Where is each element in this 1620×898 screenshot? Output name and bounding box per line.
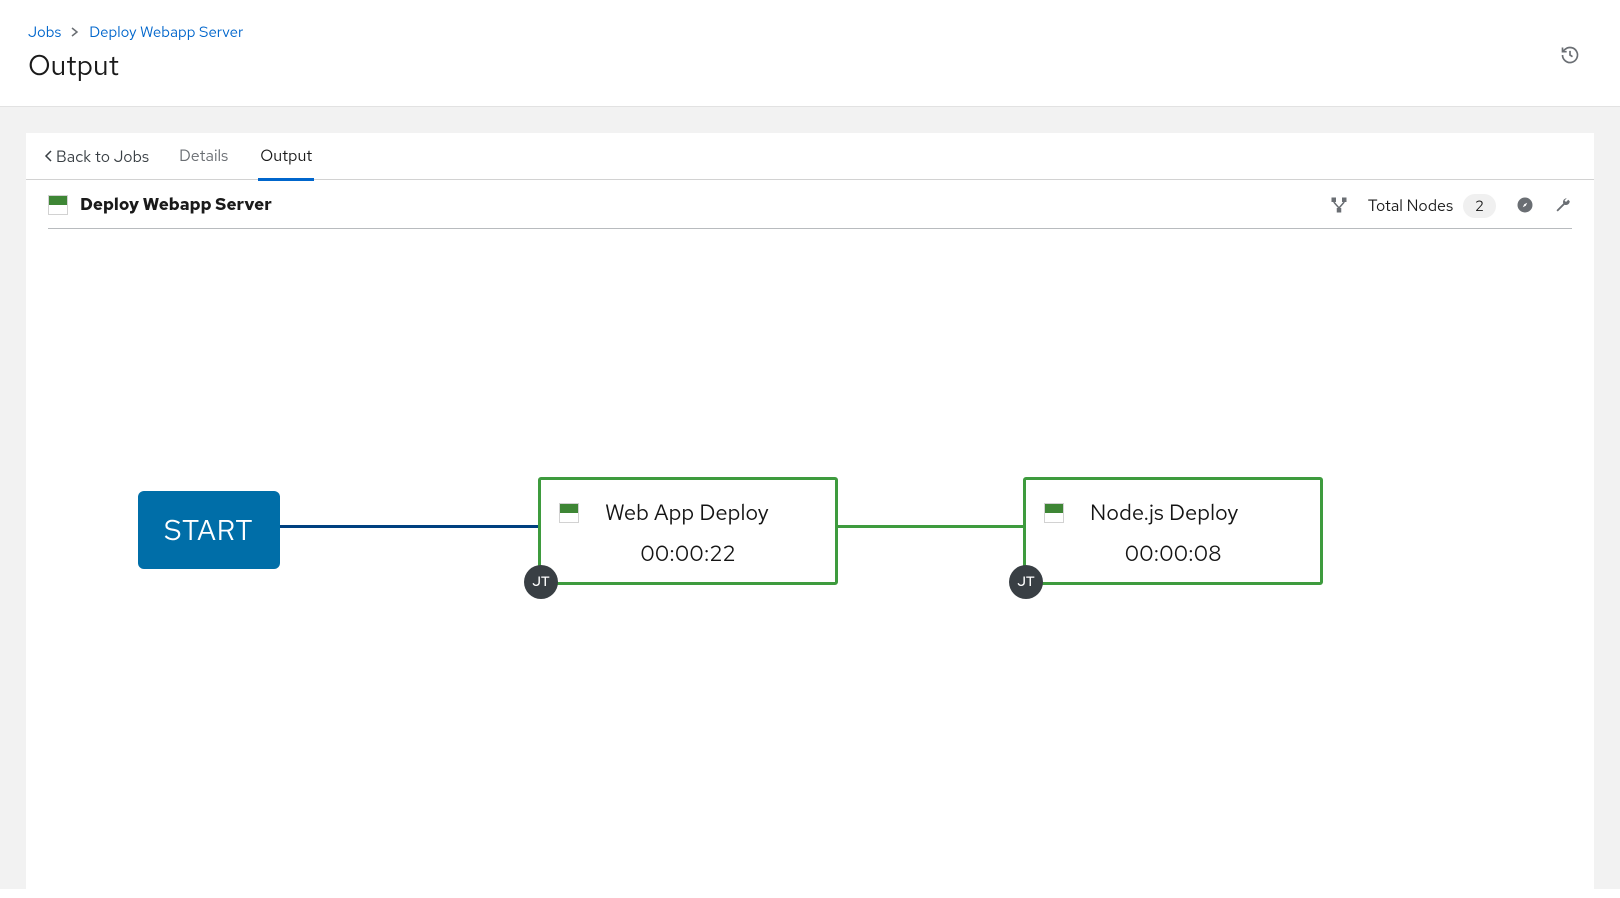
caret-left-icon <box>44 150 52 162</box>
back-to-jobs-link[interactable]: Back to Jobs <box>44 146 149 167</box>
output-panel: Back to Jobs Details Output Deploy Webap… <box>26 133 1594 889</box>
start-node[interactable]: START <box>138 491 280 569</box>
edge-start-to-node1 <box>263 525 543 528</box>
node-type-badge: JT <box>1009 565 1043 599</box>
panel-tools: Total Nodes 2 <box>1330 195 1572 216</box>
page-title: Output <box>28 46 1592 84</box>
status-running-icon <box>559 503 579 523</box>
tab-details[interactable]: Details <box>177 132 230 181</box>
workflow-canvas[interactable]: START Web App Deploy 00:00:22 JT Node.js… <box>48 229 1572 839</box>
chevron-right-icon <box>71 27 79 37</box>
compass-icon[interactable] <box>1516 196 1534 214</box>
history-icon[interactable] <box>1560 45 1580 65</box>
status-running-icon <box>1044 503 1064 523</box>
breadcrumb-current-link[interactable]: Deploy Webapp Server <box>89 22 243 42</box>
wrench-icon[interactable] <box>1554 196 1572 214</box>
workflow-node-name: Web App Deploy <box>605 498 769 527</box>
edge-node1-to-node2 <box>838 525 1028 528</box>
workflow-node-elapsed: 00:00:22 <box>559 539 817 568</box>
node-type-badge: JT <box>524 565 558 599</box>
breadcrumb: Jobs Deploy Webapp Server <box>28 22 1592 42</box>
page-header: Jobs Deploy Webapp Server Output <box>0 0 1620 106</box>
start-node-label: START <box>164 511 254 549</box>
total-nodes-count: 2 <box>1463 194 1496 218</box>
total-nodes-label: Total Nodes 2 <box>1368 195 1496 216</box>
back-to-jobs-label: Back to Jobs <box>56 146 149 167</box>
tab-output[interactable]: Output <box>258 132 314 181</box>
workflow-node-name: Node.js Deploy <box>1090 498 1238 527</box>
workflow-node[interactable]: Web App Deploy 00:00:22 JT <box>538 477 838 585</box>
status-running-icon <box>48 195 68 215</box>
panel-tabs: Back to Jobs Details Output <box>26 133 1594 180</box>
workflow-node[interactable]: Node.js Deploy 00:00:08 JT <box>1023 477 1323 585</box>
workflow-node-elapsed: 00:00:08 <box>1044 539 1302 568</box>
body-region: Back to Jobs Details Output Deploy Webap… <box>0 106 1620 889</box>
workflow-title: Deploy Webapp Server <box>80 194 272 216</box>
panel-subheader: Deploy Webapp Server Total Nodes 2 <box>26 180 1594 228</box>
breadcrumb-root-link[interactable]: Jobs <box>28 22 61 42</box>
workflow-graph-icon[interactable] <box>1330 196 1348 214</box>
